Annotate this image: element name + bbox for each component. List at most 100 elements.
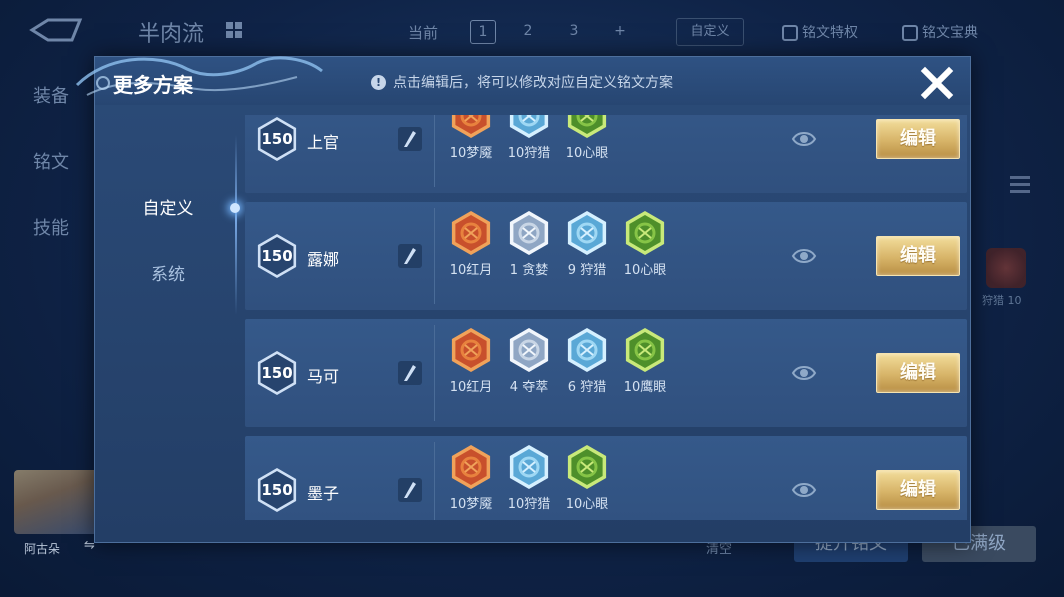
plan-row[interactable]: 150 墨子 10梦魇 10狩猎 10心眼 编辑 — [245, 436, 967, 520]
edit-button[interactable]: 编辑 — [876, 236, 960, 276]
rename-pencil-icon[interactable] — [398, 127, 422, 151]
plan-name: 墨子 — [307, 484, 340, 503]
dialog-title: 更多方案 — [113, 73, 193, 97]
plan-row[interactable]: 150 露娜 10红月 1 贪婪 9 狩猎 10心眼 编辑 — [245, 202, 967, 310]
background-title: 半肉流 — [138, 22, 205, 47]
rune-item: 10红月 — [445, 326, 497, 395]
rune-codex-link[interactable]: 铭文宝典 — [902, 22, 978, 42]
rune-item: 10狩猎 — [503, 115, 555, 161]
rename-pencil-icon[interactable] — [398, 244, 422, 268]
rune-count-label: 10心眼 — [623, 263, 667, 278]
plan-row[interactable]: 150 马可 10红月 4 夺萃 6 狩猎 10鹰眼 编辑 — [245, 319, 967, 427]
back-arrow-icon[interactable] — [28, 18, 84, 42]
red-rune-icon — [445, 443, 497, 491]
plan-category-sidebar: 自定义 系统 — [95, 105, 241, 542]
level-badge: 150 — [255, 466, 299, 514]
rune-count-label: 10梦魇 — [449, 146, 493, 161]
rune-item: 10心眼 — [561, 115, 613, 161]
tab-custom[interactable]: 自定义 — [95, 189, 241, 229]
rune-item: 10梦魇 — [445, 443, 497, 512]
rune-privilege-link[interactable]: 铭文特权 — [782, 22, 858, 42]
silver-rune-icon — [503, 209, 555, 257]
side-tab-skills[interactable]: 技能 — [33, 214, 69, 240]
rune-privilege-label: 铭文特权 — [802, 25, 858, 41]
plan-name: 上官 — [307, 133, 340, 152]
rune-item: 10心眼 — [619, 209, 671, 278]
blue-rune-icon — [503, 115, 555, 140]
red-rune-icon — [445, 326, 497, 374]
page-tab-1[interactable]: 1 — [470, 20, 496, 44]
eye-icon[interactable] — [791, 128, 817, 150]
level-number: 150 — [261, 364, 293, 382]
rune-item: 10红月 — [445, 209, 497, 278]
rune-item: 10鹰眼 — [619, 326, 671, 395]
right-rune-caption: 狩猎 10 — [982, 294, 1022, 307]
dialog-header: 更多方案 ! 点击编辑后，将可以修改对应自定义铭文方案 — [75, 56, 970, 105]
hero-avatar[interactable] — [14, 470, 98, 534]
eye-icon[interactable] — [791, 245, 817, 267]
red-rune-icon — [445, 115, 497, 140]
red-rune-icon — [445, 209, 497, 257]
info-icon: ! — [371, 75, 386, 90]
edit-button[interactable]: 编辑 — [876, 119, 960, 159]
grid-icon[interactable] — [226, 22, 242, 38]
tab-system[interactable]: 系统 — [95, 255, 241, 295]
green-rune-icon — [561, 115, 613, 140]
privilege-icon — [782, 25, 798, 41]
side-tab-equipment[interactable]: 装备 — [33, 82, 69, 108]
blue-rune-icon — [561, 209, 613, 257]
green-rune-icon — [619, 209, 671, 257]
plan-list[interactable]: 150 上官 10梦魇 10狩猎 10心眼 编辑 150 露娜 10红月 1 贪婪 9 狩猎 10心眼… — [245, 115, 967, 520]
side-tab-runes[interactable]: 铭文 — [33, 148, 69, 174]
rune-count-label: 4 夺萃 — [509, 380, 549, 395]
notice-text: 点击编辑后，将可以修改对应自定义铭文方案 — [393, 75, 673, 91]
eye-icon[interactable] — [791, 479, 817, 501]
rune-count-label: 10红月 — [449, 380, 493, 395]
rune-count-label: 10心眼 — [565, 146, 609, 161]
row-divider — [434, 115, 435, 187]
rune-count-label: 9 狩猎 — [567, 263, 607, 278]
rune-item: 10狩猎 — [503, 443, 555, 512]
custom-button[interactable]: 自定义 — [676, 18, 744, 46]
rename-pencil-icon[interactable] — [398, 361, 422, 385]
red-rune-icon — [986, 248, 1026, 288]
rune-count-label: 10狩猎 — [507, 146, 551, 161]
level-number: 150 — [261, 130, 293, 148]
rune-count-label: 10狩猎 — [507, 497, 551, 512]
rune-item: 10心眼 — [561, 443, 613, 512]
rune-codex-label: 铭文宝典 — [922, 25, 978, 41]
silver-rune-icon — [503, 326, 555, 374]
rune-item: 9 狩猎 — [561, 209, 613, 278]
level-badge: 150 — [255, 232, 299, 280]
rename-pencil-icon[interactable] — [398, 478, 422, 502]
page-tab-2[interactable]: 2 — [516, 20, 540, 42]
row-divider — [434, 325, 435, 421]
plan-name: 马可 — [307, 367, 340, 386]
rune-count-label: 10红月 — [449, 263, 493, 278]
codex-icon — [902, 25, 918, 41]
hero-name: 阿古朵 — [24, 542, 61, 556]
menu-icon[interactable] — [1010, 176, 1030, 200]
add-page-tab[interactable]: + — [608, 20, 632, 42]
rune-count-label: 10梦魇 — [449, 497, 493, 512]
rune-item: 1 贪婪 — [503, 209, 555, 278]
rune-count-label: 10鹰眼 — [623, 380, 667, 395]
edit-button[interactable]: 编辑 — [876, 470, 960, 510]
rune-count-label: 10心眼 — [565, 497, 609, 512]
rune-item: 6 狩猎 — [561, 326, 613, 395]
eye-icon[interactable] — [791, 362, 817, 384]
rune-count-label: 1 贪婪 — [509, 263, 549, 278]
blue-rune-icon — [503, 443, 555, 491]
level-number: 150 — [261, 247, 293, 265]
edit-button[interactable]: 编辑 — [876, 353, 960, 393]
blue-rune-icon — [561, 326, 613, 374]
rune-item: 10梦魇 — [445, 115, 497, 161]
green-rune-icon — [561, 443, 613, 491]
page-tab-3[interactable]: 3 — [562, 20, 586, 42]
plan-row[interactable]: 150 上官 10梦魇 10狩猎 10心眼 编辑 — [245, 115, 967, 193]
row-divider — [434, 442, 435, 520]
close-icon[interactable] — [917, 63, 957, 103]
more-plans-dialog: 更多方案 ! 点击编辑后，将可以修改对应自定义铭文方案 自定义 系统 150 上官 1… — [75, 56, 971, 543]
plan-name: 露娜 — [307, 250, 340, 269]
level-badge: 150 — [255, 349, 299, 397]
